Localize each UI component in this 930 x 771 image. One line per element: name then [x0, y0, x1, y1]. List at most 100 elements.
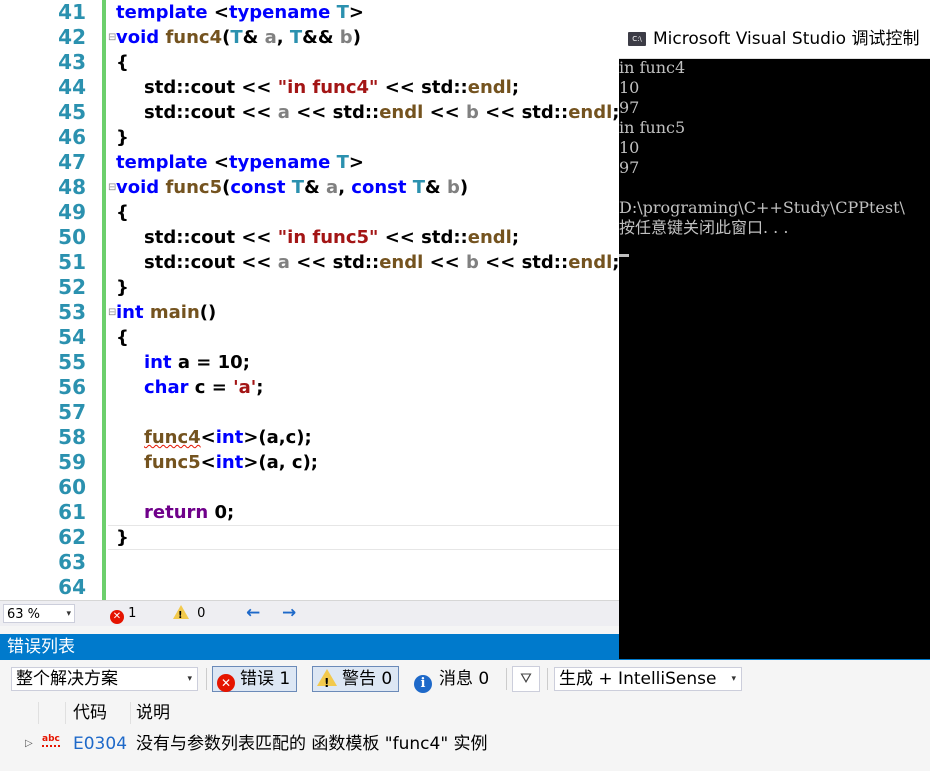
line-number: 56 — [58, 375, 86, 399]
line-number: 51 — [58, 250, 86, 274]
line-number: 48 — [58, 175, 86, 199]
code-line: template <typename T> — [116, 2, 364, 23]
code-line: } — [116, 127, 129, 148]
debug-console-window[interactable]: C:\ Microsoft Visual Studio 调试控制 in func… — [619, 20, 930, 659]
messages-filter-label: 消息 0 — [439, 669, 490, 689]
column-headers: 代码 说明 — [0, 698, 930, 728]
console-line: in func4 — [619, 58, 686, 77]
warnings-filter-label: 警告 0 — [342, 669, 393, 689]
build-source-value: 生成 + IntelliSense — [559, 669, 717, 689]
code-line: int a = 10; — [144, 352, 250, 373]
error-icon: ✕ — [110, 610, 124, 624]
line-number: 43 — [58, 50, 86, 74]
expand-arrow-icon[interactable]: ▷ — [25, 729, 33, 759]
console-app-icon: C:\ — [628, 32, 646, 46]
console-line: 97 — [619, 158, 640, 177]
code-line: void func4(T& a, T&& b) — [116, 27, 361, 48]
warning-indicator[interactable]: ! 0 — [173, 605, 205, 623]
line-number-gutter: 41 42 43 44 45 46 47 48 49 50 51 52 53 5… — [0, 0, 96, 600]
code-line: void func5(const T& a, const T& b) — [116, 177, 469, 198]
line-number: 49 — [58, 200, 86, 224]
line-number: 45 — [58, 100, 86, 124]
warning-icon: ! — [317, 669, 337, 690]
line-number: 53 — [58, 300, 86, 324]
console-line: 10 — [619, 78, 640, 97]
line-number: 55 — [58, 350, 86, 374]
line-number: 58 — [58, 425, 86, 449]
code-line: { — [116, 327, 129, 348]
warnings-filter-button[interactable]: ! 警告 0 — [312, 666, 400, 692]
console-cursor — [619, 254, 629, 257]
change-tracking-bar — [102, 0, 106, 600]
code-line: return 0; — [144, 502, 235, 523]
line-number: 63 — [58, 550, 86, 574]
build-source-dropdown[interactable]: 生成 + IntelliSense ▾ — [554, 667, 742, 691]
code-line: int main() — [116, 302, 217, 323]
code-line: { — [116, 52, 129, 73]
error-list-toolbar: 整个解决方案 ▾ ✕ 错误 1 ! 警告 0 i 消息 0 ⛛ 生成 + Intell… — [0, 662, 930, 696]
line-number: 60 — [58, 475, 86, 499]
scope-dropdown[interactable]: 整个解决方案 ▾ — [11, 667, 198, 691]
column-separator — [65, 702, 66, 724]
line-number: 54 — [58, 325, 86, 349]
console-line: 97 — [619, 98, 640, 117]
toolbar-separator — [506, 668, 507, 690]
code-line: } — [116, 527, 129, 548]
table-row[interactable]: ▷ abc E0304 没有与参数列表匹配的 函数模板 "func4" 实例 — [0, 729, 930, 759]
line-number: 50 — [58, 225, 86, 249]
error-description: 没有与参数列表匹配的 函数模板 "func4" 实例 — [136, 734, 488, 754]
error-indicator[interactable]: ✕ 1 — [110, 605, 136, 624]
code-line: std::cout << a << std::endl << b << std:… — [144, 252, 620, 273]
messages-filter-button[interactable]: i 消息 0 — [409, 666, 496, 693]
console-line: D:\programing\C++Study\CPPtest\ — [619, 198, 905, 217]
code-line: } — [116, 277, 129, 298]
line-number: 46 — [58, 125, 86, 149]
console-line: 10 — [619, 138, 640, 157]
console-title-bar[interactable]: C:\ Microsoft Visual Studio 调试控制 — [619, 20, 930, 59]
console-line: 按任意键关闭此窗口. . . — [619, 218, 789, 237]
arrow-right-icon[interactable]: → — [282, 603, 296, 623]
code-line: std::cout << a << std::endl << b << std:… — [144, 102, 620, 123]
error-icon: ✕ — [217, 674, 235, 692]
filter-icon[interactable]: ⛛ — [512, 666, 540, 692]
errors-filter-button[interactable]: ✕ 错误 1 — [212, 666, 298, 692]
chevron-down-icon: ▾ — [731, 674, 736, 684]
arrow-left-icon[interactable]: ← — [246, 603, 260, 623]
line-number: 64 — [58, 575, 86, 599]
line-number: 62 — [58, 525, 86, 549]
chevron-down-icon: ▾ — [66, 609, 71, 619]
spellcheck-error-icon: abc — [42, 735, 60, 747]
column-header-code[interactable]: 代码 — [73, 698, 107, 728]
console-line: in func5 — [619, 118, 686, 137]
column-header-description[interactable]: 说明 — [136, 698, 170, 728]
toolbar-separator — [206, 668, 207, 690]
line-number: 47 — [58, 150, 86, 174]
code-line: func5<int>(a, c); — [144, 452, 318, 473]
line-number: 42 — [58, 25, 86, 49]
info-icon: i — [414, 675, 432, 693]
zoom-value: 63 % — [7, 607, 41, 622]
line-number: 44 — [58, 75, 86, 99]
code-line: char c = 'a'; — [144, 377, 264, 398]
line-number: 52 — [58, 275, 86, 299]
column-separator — [130, 702, 131, 724]
warning-count: 0 — [197, 606, 206, 621]
code-line: std::cout << "in func4" << std::endl; — [144, 77, 520, 98]
error-count: 1 — [128, 606, 137, 621]
errors-filter-label: 错误 1 — [240, 669, 291, 689]
code-line: template <typename T> — [116, 152, 364, 173]
console-title: Microsoft Visual Studio 调试控制 — [653, 29, 920, 49]
warning-icon: ! — [173, 605, 189, 621]
code-line: { — [116, 202, 129, 223]
line-number: 59 — [58, 450, 86, 474]
line-number: 41 — [58, 0, 86, 24]
line-number: 61 — [58, 500, 86, 524]
zoom-dropdown[interactable]: 63 % ▾ — [3, 604, 75, 623]
error-code[interactable]: E0304 — [73, 729, 127, 759]
line-number: 57 — [58, 400, 86, 424]
code-line: func4<int>(a,c); — [144, 427, 312, 448]
console-output[interactable]: in func4 10 97 in func5 10 97 D:\program… — [619, 58, 930, 659]
toolbar-separator — [547, 668, 548, 690]
column-separator — [38, 702, 39, 724]
code-line: std::cout << "in func5" << std::endl; — [144, 227, 520, 248]
